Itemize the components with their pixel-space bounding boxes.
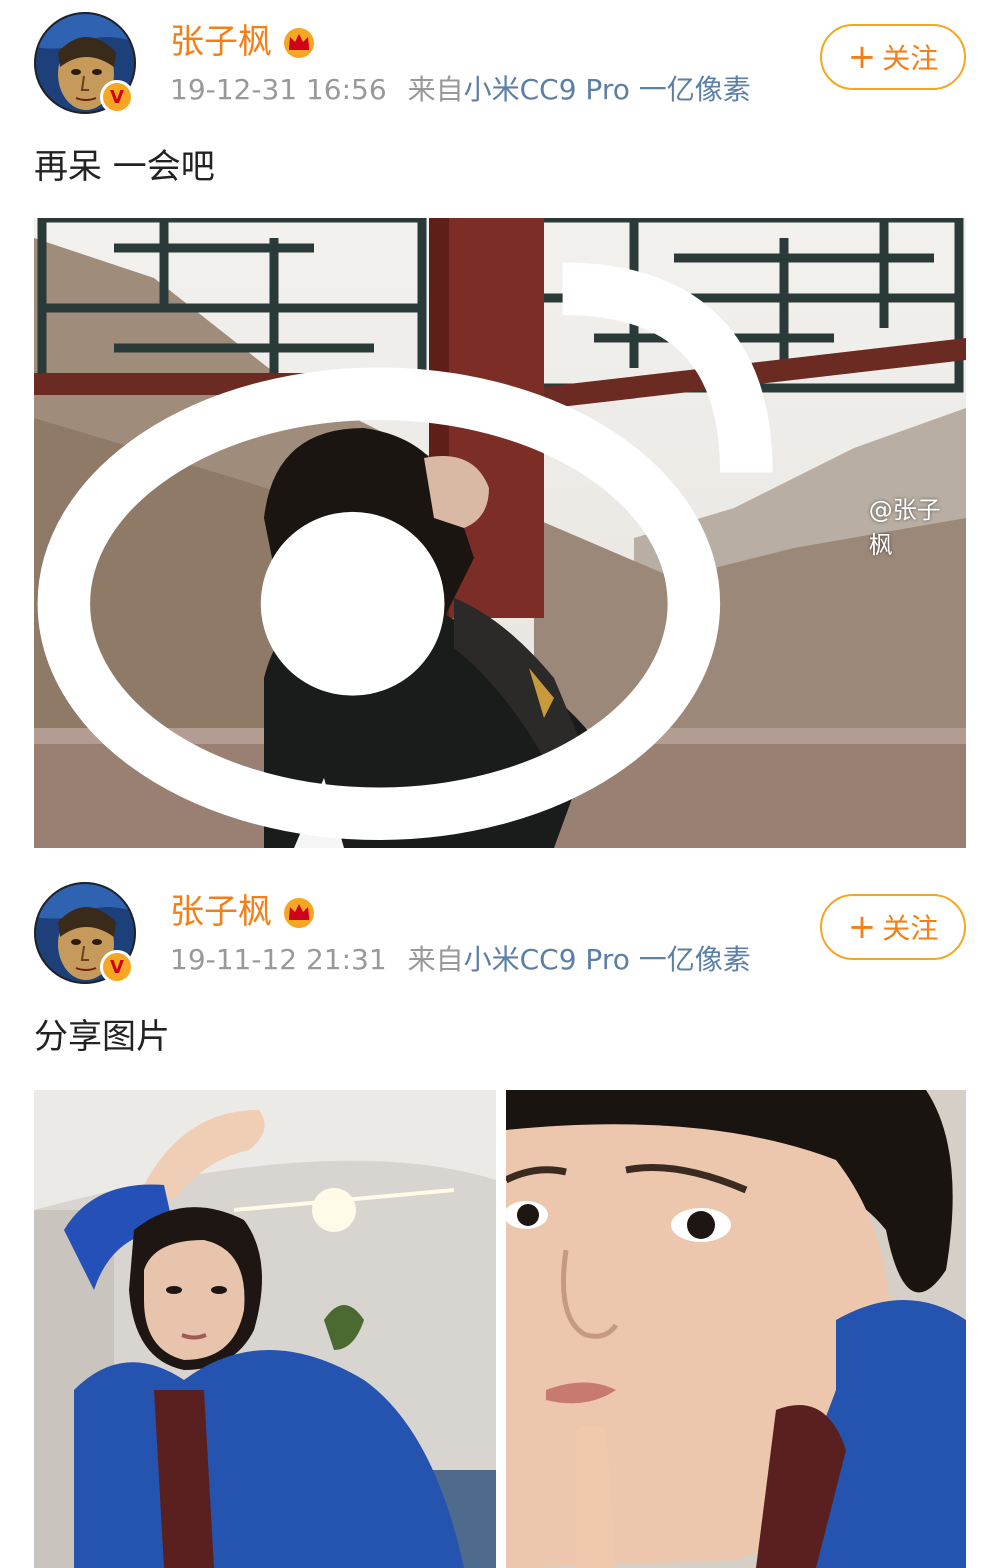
follow-label: 关注 bbox=[882, 42, 939, 75]
weibo-logo-icon bbox=[37, 262, 773, 840]
follow-button[interactable]: + 关注 bbox=[820, 24, 966, 90]
device-source[interactable]: 小米CC9 Pro 一亿像素 bbox=[464, 943, 751, 976]
username-text[interactable]: 张子枫 bbox=[170, 890, 272, 934]
timestamp: 19-11-12 21:31 bbox=[170, 943, 387, 976]
username[interactable]: 张子枫 bbox=[170, 20, 318, 64]
follow-button[interactable]: + 关注 bbox=[820, 894, 966, 960]
username-text[interactable]: 张子枫 bbox=[170, 20, 272, 64]
device-source[interactable]: 小米CC9 Pro 一亿像素 bbox=[464, 73, 751, 106]
selfie-photo-1 bbox=[34, 1090, 496, 1568]
feed-post: V 张子枫 19-11-12 21:31 来自小米CC9 Pro 一亿像素 + … bbox=[0, 870, 1000, 1568]
username[interactable]: 张子枫 bbox=[170, 890, 318, 934]
post-meta: 19-12-31 16:56 来自小米CC9 Pro 一亿像素 bbox=[170, 70, 751, 110]
verified-v-badge-icon: V bbox=[100, 80, 134, 114]
watermark-text: @张子枫 bbox=[868, 496, 941, 559]
crown-icon bbox=[284, 28, 314, 58]
watermark: @张子枫 bbox=[34, 218, 958, 840]
post-text: 再呆 一会吧 bbox=[34, 147, 215, 187]
post-image[interactable] bbox=[506, 1090, 966, 1568]
timestamp: 19-12-31 16:56 bbox=[170, 73, 387, 106]
post-text: 分享图片 bbox=[34, 1017, 170, 1057]
crown-icon bbox=[284, 898, 314, 928]
post-meta: 19-11-12 21:31 来自小米CC9 Pro 一亿像素 bbox=[170, 940, 751, 980]
avatar[interactable]: V bbox=[34, 12, 136, 114]
post-image[interactable] bbox=[34, 1090, 496, 1568]
follow-label: 关注 bbox=[882, 912, 939, 945]
verified-v-badge-icon: V bbox=[100, 950, 134, 984]
selfie-photo-2 bbox=[506, 1090, 966, 1568]
feed-post: V 张子枫 19-12-31 16:56 来自小米CC9 Pro 一亿像素 + … bbox=[0, 0, 1000, 860]
source-prefix: 来自 bbox=[407, 73, 464, 106]
plus-icon: + bbox=[847, 37, 877, 77]
post-image[interactable]: @张子枫 bbox=[34, 218, 966, 848]
avatar[interactable]: V bbox=[34, 882, 136, 984]
source-prefix: 来自 bbox=[407, 943, 464, 976]
plus-icon: + bbox=[847, 907, 877, 947]
